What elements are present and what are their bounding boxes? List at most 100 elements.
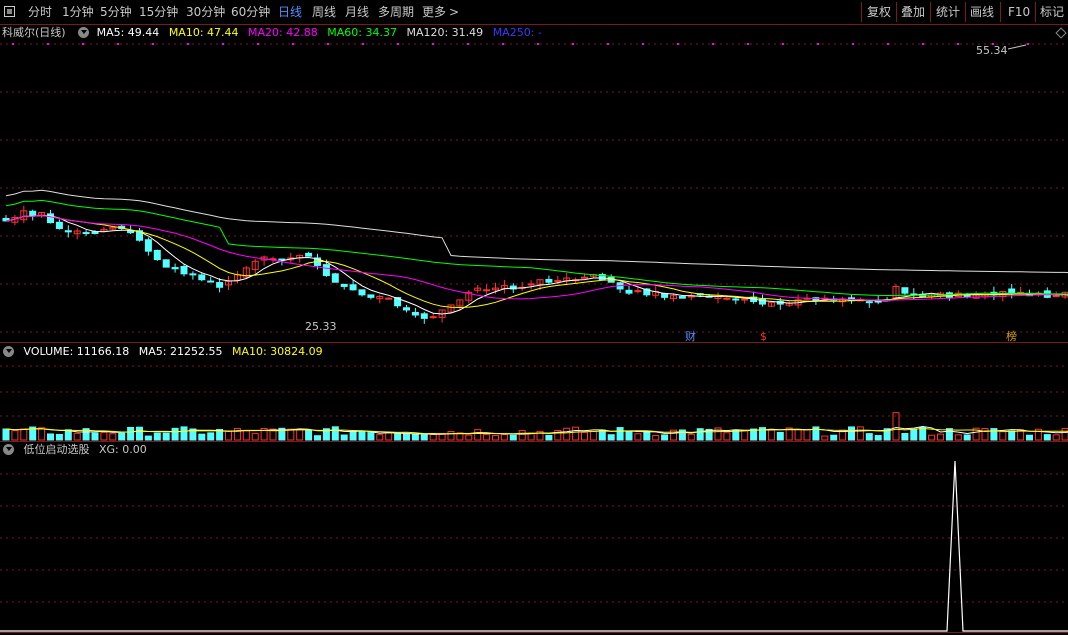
volume-bar (340, 434, 348, 441)
candle-body (340, 283, 348, 287)
signal-dot (152, 43, 154, 45)
volume-bar (296, 429, 304, 441)
volume-bar (652, 434, 660, 441)
candle-body (216, 282, 224, 288)
volume-bar (91, 432, 99, 441)
candle-body (91, 231, 99, 235)
high-price-label: 55.34 (976, 44, 1008, 57)
candle-body (1052, 295, 1060, 298)
signal-dot (1027, 43, 1029, 45)
kline-chart[interactable]: 55.34 25.33 财 $ 榜 (0, 0, 1068, 635)
ma60-label: MA60: 34.37 (327, 26, 397, 39)
signal-dot (502, 43, 504, 45)
candle-body (963, 295, 971, 298)
signal-dot (47, 43, 49, 45)
volume-bar (848, 426, 855, 441)
volume-bar (634, 433, 642, 441)
volume-bar (545, 434, 553, 441)
volume-ma10: MA10: 30824.09 (231, 345, 323, 358)
dropdown-circle-icon[interactable] (78, 27, 90, 38)
indicator-legend: 低位启动选股 XG: 0.00 (0, 442, 153, 458)
candle-body (732, 298, 740, 301)
volume-bar (331, 426, 339, 441)
volume-bar (963, 434, 971, 441)
candle-body (581, 276, 588, 279)
volume-bar (767, 428, 775, 441)
volume-bar (1008, 430, 1016, 441)
dropdown-circle-icon[interactable] (3, 346, 14, 357)
low-price-label: 25.33 (305, 320, 337, 333)
volume-bar (100, 431, 108, 441)
candle-body (403, 307, 410, 311)
signal-dot (642, 43, 644, 45)
volume-bar (118, 432, 126, 441)
volume-bar (2, 428, 10, 441)
volume-bar (643, 431, 651, 441)
ma250-label: MA250: - (492, 26, 542, 39)
candle-body (625, 289, 633, 294)
volume-bar (385, 432, 393, 441)
main-legend: 科威尔(日线) MA5: 49.44 MA10: 47.44 MA20: 42.… (0, 25, 548, 41)
volume-bar (928, 434, 936, 441)
candle-body (901, 287, 909, 294)
volume-bar (1061, 427, 1068, 441)
volume-bar (696, 428, 704, 441)
volume-bar (572, 426, 580, 441)
volume-bar (509, 434, 517, 441)
candle-body (189, 273, 197, 276)
candle-body (198, 274, 206, 281)
volume-bar (127, 426, 135, 441)
ma5-label: MA5: 49.44 (96, 26, 160, 39)
signal-dot (82, 43, 84, 45)
candle-body (171, 267, 179, 270)
volume-bar (420, 434, 428, 441)
volume-bar (821, 435, 829, 441)
candle-body (331, 273, 339, 283)
candle-body (29, 210, 37, 217)
volume-bar (225, 430, 232, 441)
signal-dot (467, 43, 469, 45)
candle-body (554, 280, 562, 283)
dropdown-circle-icon[interactable] (3, 444, 14, 455)
volume-bar (47, 433, 54, 441)
volume-bar (990, 428, 998, 441)
signal-dot (887, 43, 889, 45)
volume-bar (581, 431, 588, 441)
signal-dot (572, 43, 574, 45)
volume-bar (1052, 434, 1060, 441)
signal-dot (782, 43, 784, 45)
volume-bar (937, 433, 944, 441)
volume-bar (287, 428, 295, 441)
volume-bar (403, 433, 410, 441)
candle-body (305, 252, 313, 257)
volume-bar (38, 427, 46, 441)
volume-legend: VOLUME: 11166.18 MA5: 21252.55 MA10: 308… (0, 344, 329, 360)
volume-bar (180, 426, 188, 441)
volume-bar (794, 428, 802, 441)
candle-body (661, 293, 669, 298)
signal-dot (12, 43, 14, 45)
volume-bar (865, 433, 873, 441)
ma20-label: MA20: 42.88 (248, 26, 318, 39)
volume-bar (171, 427, 179, 441)
volume-bar (20, 428, 28, 441)
stock-title: 科威尔(日线) (2, 26, 66, 39)
volume-bar (1026, 434, 1033, 441)
volume-bar (349, 431, 357, 441)
candle-body (322, 264, 330, 277)
candle-body (865, 301, 873, 304)
volume-bar (910, 429, 918, 441)
volume-bar (901, 432, 909, 441)
signal-dot (257, 43, 259, 45)
volume-bar (607, 434, 615, 441)
volume-bar (465, 434, 473, 441)
volume-bar (687, 433, 695, 441)
candle-body (367, 294, 375, 298)
signal-dot (852, 43, 854, 45)
volume-bar (919, 426, 927, 441)
candle-body (153, 249, 161, 261)
volume-bar (251, 432, 259, 441)
volume-bar (892, 412, 900, 441)
volume-bar (314, 435, 321, 441)
volume-ma5-line (5, 425, 1068, 435)
